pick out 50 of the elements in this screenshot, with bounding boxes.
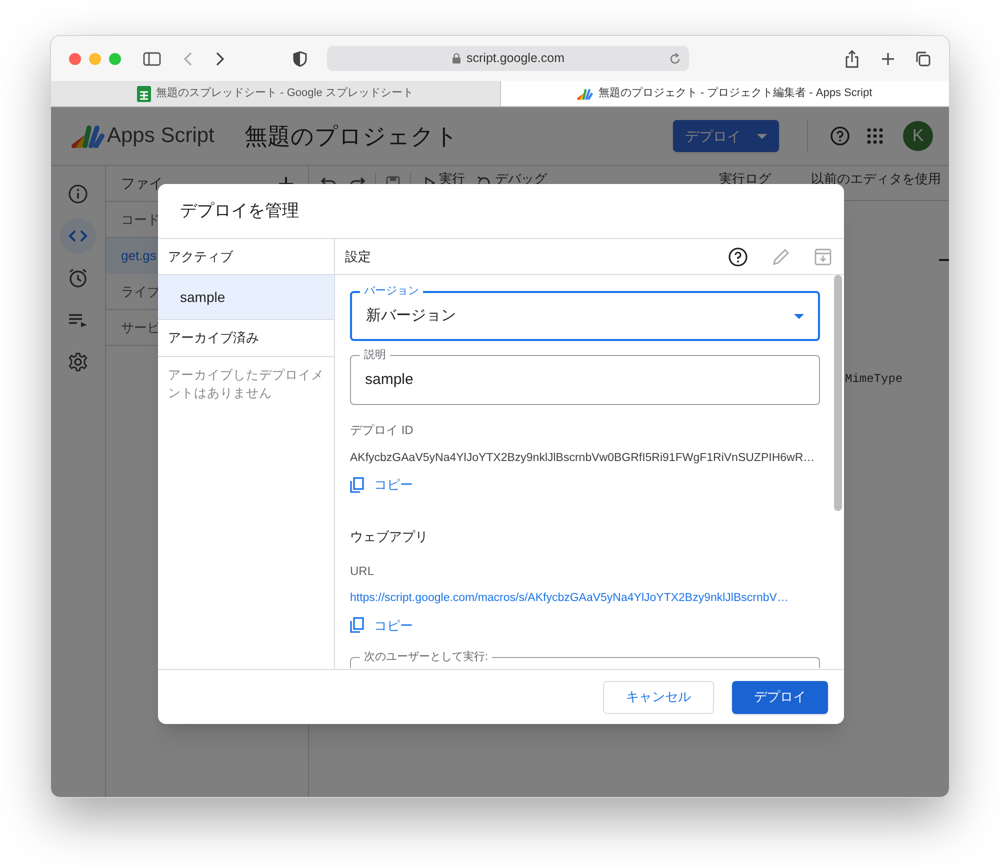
forward-icon[interactable]: [215, 50, 225, 66]
deployment-id: AKfycbzGAaV5yNa4YlJoYTX2Bzy9nklJlBscrnbVw0BGRfI5Ri91FWgF1RiVnSUZPIH6wR…: [350, 451, 816, 466]
url-text: script.google.com: [466, 50, 564, 68]
reload-icon[interactable]: [669, 52, 681, 64]
spreadsheet-icon: [137, 86, 152, 102]
legacy-editor-link[interactable]: 以前のエディタを使用: [811, 169, 941, 189]
apps-grid-icon[interactable]: [867, 128, 883, 144]
deployment-item[interactable]: sample: [158, 275, 334, 319]
product-name: Apps Script: [107, 123, 214, 150]
settings-icon[interactable]: [68, 352, 88, 372]
dialog-title: デプロイを管理: [180, 200, 299, 222]
copy-icon: [350, 617, 364, 634]
tabs-overview-icon[interactable]: [915, 50, 931, 66]
project-title[interactable]: 無題のプロジェクト: [244, 118, 458, 154]
deploy-button[interactable]: デプロイ: [732, 680, 828, 714]
list-heading[interactable]: アーカイブ済み: [158, 320, 334, 357]
info-icon[interactable]: [68, 184, 88, 204]
apps-script-logo-icon: [577, 88, 594, 100]
empty-message: アーカイブしたデプロイメントはありません: [167, 367, 325, 402]
deploy-button[interactable]: デプロイ: [673, 120, 779, 152]
code-icon[interactable]: [68, 229, 88, 243]
section-title: 設定: [345, 248, 371, 266]
help-icon[interactable]: [728, 246, 748, 266]
dropdown-arrow-icon: [794, 314, 804, 318]
share-icon[interactable]: [845, 50, 859, 68]
field-label: URL: [350, 563, 376, 580]
cancel-button[interactable]: キャンセル: [603, 680, 714, 714]
browser-tab[interactable]: 無題のスプレッドシート - Google スプレッドシート: [51, 81, 500, 106]
executions-icon[interactable]: [68, 313, 88, 327]
shield-icon[interactable]: [293, 50, 307, 66]
close-button[interactable]: [69, 52, 81, 64]
address-bar[interactable]: script.google.com: [327, 46, 689, 71]
avatar[interactable]: K: [903, 121, 933, 151]
nav-item-highlight[interactable]: [60, 218, 96, 254]
scrollbar-thumb[interactable]: [834, 275, 842, 511]
sidebar-icon[interactable]: [143, 52, 161, 66]
lock-icon: [452, 53, 461, 64]
browser-tab[interactable]: 無題のプロジェクト - プロジェクト編集者 - Apps Script: [500, 81, 949, 106]
new-tab-icon[interactable]: [881, 52, 895, 66]
section-heading: ウェブアプリ: [350, 528, 429, 546]
alarm-clock-icon[interactable]: [68, 268, 88, 288]
caret-icon: [757, 134, 767, 138]
copy-icon: [350, 477, 364, 493]
panel-title: ファイ: [121, 174, 163, 193]
copy-link[interactable]: コピー: [350, 475, 413, 495]
field-label: デプロイ ID: [350, 422, 414, 439]
copy-link[interactable]: コピー: [350, 616, 413, 635]
apps-script-logo-icon: [71, 124, 105, 148]
code-text: MimeType: [845, 371, 903, 388]
url-link[interactable]: https://script.google.com/macros/s/AKfycbzGAaV5yNa4YlJoYTX2Bzy9nklJlBscrnbV…: [350, 590, 820, 608]
